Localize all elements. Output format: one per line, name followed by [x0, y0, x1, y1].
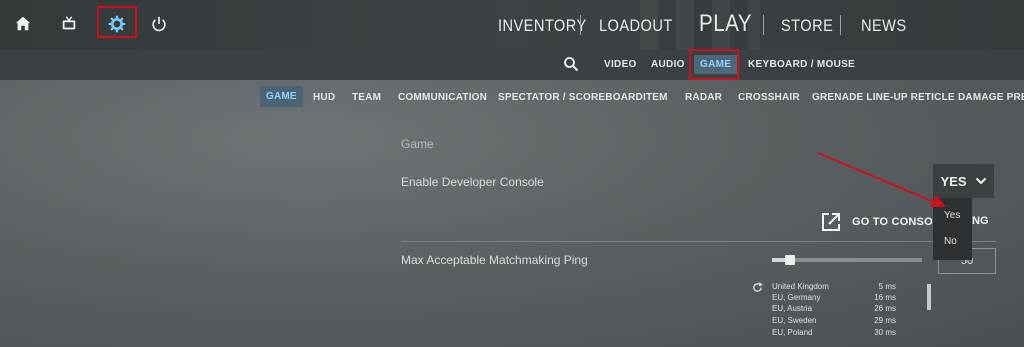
- home-icon: [15, 16, 31, 31]
- tab-crosshair[interactable]: CROSSHAIR: [738, 92, 800, 103]
- dev-console-dropdown: Yes No: [933, 198, 972, 260]
- tab-item[interactable]: ITEM: [643, 92, 668, 103]
- ping-slider-thumb[interactable]: [785, 255, 795, 265]
- tab-communication[interactable]: COMMUNICATION: [398, 92, 487, 103]
- region-name: EU, Poland: [772, 328, 813, 337]
- tab-radar[interactable]: RADAR: [685, 92, 722, 103]
- region-name: United Kingdom: [772, 282, 829, 291]
- region-ping: 16 ms: [874, 293, 896, 302]
- home-button[interactable]: [8, 9, 38, 39]
- list-item: EU, Austria 26 ms: [772, 304, 896, 313]
- subnav-keyboard-mouse[interactable]: KEYBOARD / MOUSE: [748, 59, 855, 70]
- nav-separator: [763, 15, 764, 35]
- region-ping: 5 ms: [878, 282, 896, 291]
- region-name: EU, Austria: [772, 304, 813, 313]
- tv-button[interactable]: [54, 9, 84, 39]
- tab-spectator-scoreboard[interactable]: SPECTATOR / SCOREBOARD: [498, 92, 643, 103]
- game-tab-highlight-box: [689, 49, 739, 80]
- ping-label: Max Acceptable Matchmaking Ping: [401, 253, 588, 267]
- tab-team[interactable]: TEAM: [352, 92, 381, 103]
- dev-console-select[interactable]: YES: [933, 164, 994, 198]
- nav-inventory[interactable]: INVENTORY: [498, 16, 587, 36]
- list-item: United Kingdom 5 ms: [772, 282, 896, 291]
- go-to-console-label-tail: NG: [972, 215, 989, 227]
- chevron-down-icon: [975, 177, 986, 185]
- region-name: EU, Sweden: [772, 316, 817, 325]
- region-ping: 26 ms: [874, 304, 896, 313]
- refresh-icon[interactable]: [752, 282, 763, 293]
- dev-console-select-value: YES: [940, 173, 967, 189]
- dev-console-label: Enable Developer Console: [401, 175, 544, 189]
- nav-separator: [580, 15, 581, 35]
- list-item: EU, Germany 16 ms: [772, 293, 896, 302]
- nav-loadout[interactable]: LOADOUT: [599, 16, 673, 36]
- search-icon[interactable]: [563, 56, 579, 72]
- tab-grenade-lineup-reticle[interactable]: GRENADE LINE-UP RETICLE: [812, 92, 955, 103]
- tv-icon: [62, 16, 76, 30]
- region-ping: 29 ms: [874, 316, 896, 325]
- dropdown-option-yes[interactable]: Yes: [944, 210, 960, 221]
- ping-list-scrollbar[interactable]: [927, 284, 931, 310]
- settings-subnav-bar: [0, 50, 1024, 80]
- subnav-audio[interactable]: AUDIO: [651, 59, 685, 70]
- external-link-icon: [822, 213, 840, 231]
- tab-damage-prediction[interactable]: DAMAGE PRED: [958, 92, 1024, 103]
- nav-play[interactable]: PLAY: [699, 10, 752, 38]
- list-item: EU, Poland 30 ms: [772, 328, 896, 337]
- tab-game[interactable]: GAME: [260, 86, 303, 107]
- region-name: EU, Germany: [772, 293, 821, 302]
- region-ping: 30 ms: [874, 328, 896, 337]
- dropdown-option-no[interactable]: No: [944, 236, 957, 247]
- list-item: EU, Sweden 29 ms: [772, 316, 896, 325]
- power-button[interactable]: [144, 9, 174, 39]
- subnav-video[interactable]: VIDEO: [604, 59, 637, 70]
- nav-separator: [840, 15, 841, 35]
- nav-store[interactable]: STORE: [781, 16, 833, 36]
- settings-divider: [401, 241, 996, 242]
- section-title: Game: [401, 137, 434, 151]
- nav-news[interactable]: NEWS: [861, 16, 907, 36]
- power-icon: [152, 16, 166, 32]
- tab-hud[interactable]: HUD: [313, 92, 335, 103]
- settings-highlight-box: [97, 6, 137, 38]
